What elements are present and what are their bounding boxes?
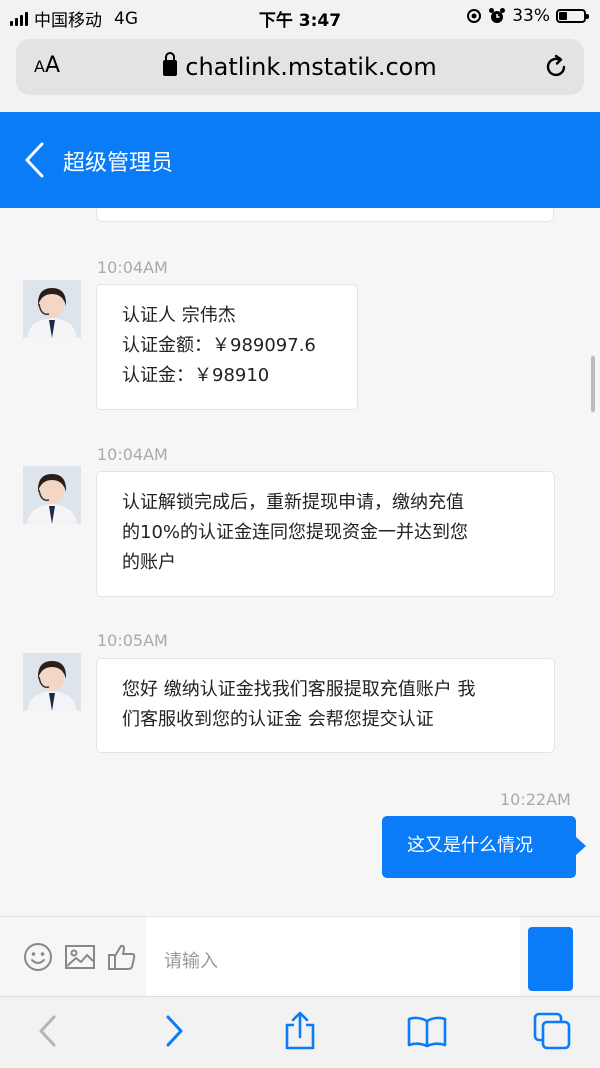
scrollbar[interactable] — [591, 356, 595, 412]
message-timestamp: 10:04AM — [97, 258, 168, 277]
tabs-icon[interactable] — [532, 1011, 572, 1051]
alarm-icon — [489, 8, 506, 23]
reload-icon[interactable] — [542, 53, 570, 81]
forward-arrow-icon[interactable] — [162, 1011, 186, 1051]
battery-label: 33% — [512, 6, 550, 26]
status-bar: 中国移动 4G 下午 3:47 33% — [0, 0, 600, 34]
message-bubble-partial — [96, 208, 554, 222]
message-text-line: 认证解锁完成后，重新提现申请，缴纳充值 — [122, 492, 464, 513]
message-timestamp: 10:05AM — [97, 631, 168, 650]
back-arrow-icon[interactable] — [36, 1011, 60, 1051]
message-text-line: 认证金额：￥989097.6 — [122, 335, 316, 356]
address-bar[interactable]: AA chatlink.mstatik.com — [16, 39, 584, 95]
bookmarks-icon[interactable] — [406, 1011, 448, 1051]
url-text: chatlink.mstatik.com — [185, 53, 437, 81]
message-input-bar: 请输入 — [0, 916, 600, 997]
back-chevron-icon[interactable] — [22, 140, 48, 180]
send-button[interactable] — [528, 927, 573, 991]
input-placeholder: 请输入 — [164, 951, 218, 972]
message-bubble-outgoing: 这又是什么情况 — [382, 816, 576, 878]
chat-title: 超级管理员 — [63, 151, 174, 176]
message-timestamp: 10:04AM — [97, 445, 168, 464]
avatar — [23, 466, 81, 524]
message-text-line: 您好 缴纳认证金找我们客服提取充值账户 我 — [122, 679, 476, 700]
bubble-tail — [576, 837, 586, 855]
message-text-line: 们客服收到您的认证金 会帮您提交认证 — [122, 709, 434, 730]
agent-avatar-image — [23, 466, 81, 524]
image-icon[interactable] — [64, 941, 96, 973]
battery-fill — [559, 12, 567, 20]
battery-icon — [556, 9, 589, 23]
thumbs-up-icon[interactable] — [106, 941, 138, 973]
orientation-lock-icon — [467, 9, 482, 23]
avatar — [23, 280, 81, 338]
browser-chrome: AA chatlink.mstatik.com — [0, 34, 600, 112]
browser-toolbar — [0, 996, 600, 1068]
message-text-line: 这又是什么情况 — [407, 835, 533, 856]
agent-avatar-image — [23, 280, 81, 338]
agent-avatar-image — [23, 653, 81, 711]
status-right: 33% — [466, 6, 589, 26]
avatar — [23, 653, 81, 711]
message-bubble-incoming: 认证人 宗伟杰 认证金额：￥989097.6 认证金：￥98910 — [96, 284, 358, 410]
share-icon[interactable] — [282, 1011, 318, 1051]
message-bubble-incoming: 认证解锁完成后，重新提现申请，缴纳充值 的10%的认证金连同您提现资金一并达到您… — [96, 471, 555, 597]
message-text-line: 的10%的认证金连同您提现资金一并达到您 — [122, 522, 469, 543]
message-text-line: 认证金：￥98910 — [122, 365, 270, 386]
lock-icon — [163, 52, 178, 76]
chat-header: 超级管理员 — [0, 112, 600, 208]
message-timestamp: 10:22AM — [500, 790, 571, 809]
message-input[interactable]: 请输入 — [146, 917, 520, 997]
message-text-line: 认证人 宗伟杰 — [122, 305, 236, 326]
url-display[interactable]: chatlink.mstatik.com — [16, 52, 584, 81]
message-bubble-incoming: 您好 缴纳认证金找我们客服提取充值账户 我 们客服收到您的认证金 会帮您提交认证 — [96, 658, 555, 753]
message-text-line: 的账户 — [122, 552, 176, 573]
emoji-icon[interactable] — [22, 941, 54, 973]
chat-messages[interactable]: 10:04AM 认证人 宗伟杰 认证金额：￥989097.6 认证金：￥9891… — [0, 208, 600, 916]
